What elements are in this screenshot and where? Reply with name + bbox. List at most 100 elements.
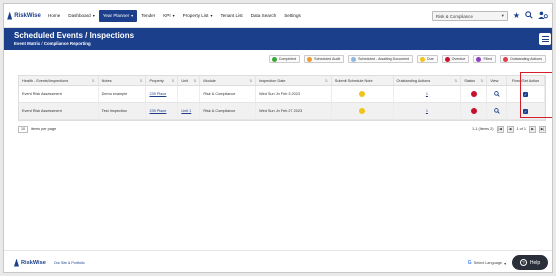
- status-dot-icon: [271, 56, 277, 62]
- next-page-icon[interactable]: ▶: [529, 125, 536, 133]
- cell-event: Event Risk Assessment: [19, 103, 99, 119]
- table-row: Event Risk Assessment Demo example 239 P…: [19, 86, 545, 103]
- column-header[interactable]: Module ⇅: [200, 76, 257, 85]
- nav-label: Data Search: [250, 13, 277, 18]
- chevron-down-icon: ▾: [172, 13, 175, 18]
- legend-item-completed: Completed: [268, 55, 301, 63]
- highlight-box: [520, 72, 552, 118]
- nav-label: Home: [48, 13, 61, 18]
- column-label: Health - Events/Inspections: [22, 78, 69, 83]
- due-status-icon[interactable]: [359, 108, 366, 114]
- property-link[interactable]: 239 Place: [149, 109, 166, 113]
- google-icon: G: [467, 260, 472, 266]
- column-header[interactable]: Status ⇅: [461, 76, 488, 85]
- column-label: View: [490, 78, 499, 83]
- chevron-down-icon: ▾: [210, 13, 213, 18]
- status-dot-icon: [476, 56, 482, 62]
- page-header: Scheduled Events / Inspections Event Mat…: [4, 28, 552, 50]
- sort-icon: ⇅: [324, 78, 328, 83]
- user-settings-icon[interactable]: [538, 11, 548, 21]
- cell-status: [461, 86, 488, 102]
- first-page-icon[interactable]: |◀: [496, 125, 504, 133]
- nav-item-settings[interactable]: Settings: [280, 4, 305, 28]
- footer: RiskWise Our Site & Portfolio G Select L…: [4, 250, 552, 272]
- cell-schedule-note: [332, 103, 394, 119]
- nav-item-property-list[interactable]: Property List ▾: [179, 4, 217, 28]
- table-row: Event Risk Assessment Test Inspection 23…: [19, 103, 545, 120]
- language-selector[interactable]: G Select Language ▾: [468, 259, 506, 267]
- search-icon[interactable]: [493, 90, 500, 98]
- module-select[interactable]: Risk & Compliance ▾: [431, 11, 508, 21]
- legend-item-scheduled-audit: Scheduled Audit: [304, 55, 345, 63]
- cell-module: Risk & Compliance: [200, 103, 257, 119]
- column-label: Inspection Date: [259, 78, 286, 83]
- menu-icon[interactable]: [539, 33, 551, 45]
- column-header[interactable]: Inspection Date ⇅: [256, 76, 332, 85]
- column-label: Status: [464, 78, 476, 83]
- column-header[interactable]: Notes ⇅: [99, 76, 147, 85]
- cell-date: Wed Sun Jn Feb 27 2023: [256, 103, 332, 119]
- chevron-down-icon: ▾: [92, 13, 95, 18]
- column-header[interactable]: Unit ⇅: [178, 76, 201, 85]
- nav-item-dashboard[interactable]: Dashboard ▾: [64, 4, 99, 28]
- column-header: Submit Schedule Note: [332, 76, 394, 85]
- cell-view: [487, 86, 508, 102]
- sort-icon: ⇅: [91, 78, 95, 83]
- sort-icon: ⇅: [171, 78, 175, 83]
- logo-icon: [7, 11, 13, 20]
- prev-page-icon[interactable]: ◀: [506, 125, 514, 133]
- column-label: Notes: [101, 78, 112, 83]
- page-size-select[interactable]: 10: [18, 125, 28, 133]
- footer-link[interactable]: Our Site & Portfolio: [54, 261, 85, 265]
- legend-item-filled: Filled: [473, 55, 497, 63]
- search-icon[interactable]: [493, 107, 500, 115]
- nav-label: Tenant List: [220, 13, 243, 18]
- star-icon[interactable]: ★: [513, 12, 520, 20]
- nav-item-tenant-list[interactable]: Tenant List: [216, 4, 246, 28]
- property-link[interactable]: 239 Place: [149, 92, 166, 96]
- outstanding-actions-link[interactable]: 1: [426, 109, 428, 113]
- due-status-icon[interactable]: [359, 91, 366, 97]
- outstanding-actions-link[interactable]: 1: [426, 92, 428, 96]
- legend-item-outstanding-actions: Outstanding Actions: [500, 55, 546, 63]
- last-page-icon[interactable]: ▶|: [539, 125, 546, 133]
- nav-item-year-planner[interactable]: Year Planner ▾: [98, 9, 138, 22]
- column-header[interactable]: Health - Events/Inspections ⇅: [19, 76, 99, 85]
- legend-item-due: Due: [417, 55, 438, 63]
- cell-module: Risk & Compliance: [200, 86, 257, 102]
- column-header[interactable]: Outstanding Actions ⇅: [394, 76, 462, 85]
- breadcrumb: Event Matrix / Compliance Reporting: [14, 41, 544, 46]
- cell-unit: [178, 86, 201, 102]
- sort-icon: ⇅: [480, 78, 484, 83]
- legend-label: Completed: [278, 57, 297, 61]
- status-legend: Completed Scheduled Audit Scheduled - Aw…: [268, 55, 546, 65]
- help-button[interactable]: ? Help: [512, 255, 548, 270]
- search-icon[interactable]: [525, 11, 533, 21]
- column-label: Unit: [181, 78, 189, 83]
- nav-label: Property List: [182, 13, 209, 18]
- unit-link[interactable]: Unit 1: [181, 109, 191, 113]
- footer-logo: RiskWise: [14, 258, 46, 267]
- legend-item-awaiting-document: Scheduled - Awaiting Document: [348, 55, 414, 63]
- breadcrumb-separator: /: [41, 41, 43, 46]
- cell-outstanding: 1: [394, 103, 462, 119]
- breadcrumb-item[interactable]: Compliance Reporting: [44, 41, 91, 46]
- overdue-status-icon: [470, 108, 477, 114]
- page-controls: 1-1 (Items 2) |◀ ◀ 1 of 1 ▶ ▶|: [472, 125, 546, 133]
- footer-logo-text: RiskWise: [21, 259, 46, 266]
- sort-icon: ⇅: [139, 78, 143, 83]
- nav-item-kpi[interactable]: KPI ▾: [159, 4, 178, 28]
- breadcrumb-item[interactable]: Event Matrix: [14, 41, 40, 46]
- chevron-down-icon: ▾: [501, 13, 504, 18]
- cell-notes: Test Inspection: [99, 103, 147, 119]
- cell-property: 239 Place: [146, 86, 179, 102]
- nav-label: Settings: [284, 13, 301, 18]
- sort-icon: ⇅: [454, 78, 458, 83]
- nav-label: KPI: [163, 13, 171, 18]
- nav-item-tender[interactable]: Tender: [137, 4, 159, 28]
- events-table: Health - Events/Inspections ⇅ Notes ⇅ Prop…: [18, 75, 546, 121]
- column-header[interactable]: Property ⇅: [146, 76, 179, 85]
- nav-item-home[interactable]: Home: [44, 4, 64, 28]
- app-logo[interactable]: RiskWise: [4, 4, 44, 28]
- nav-item-data-search[interactable]: Data Search: [247, 4, 281, 28]
